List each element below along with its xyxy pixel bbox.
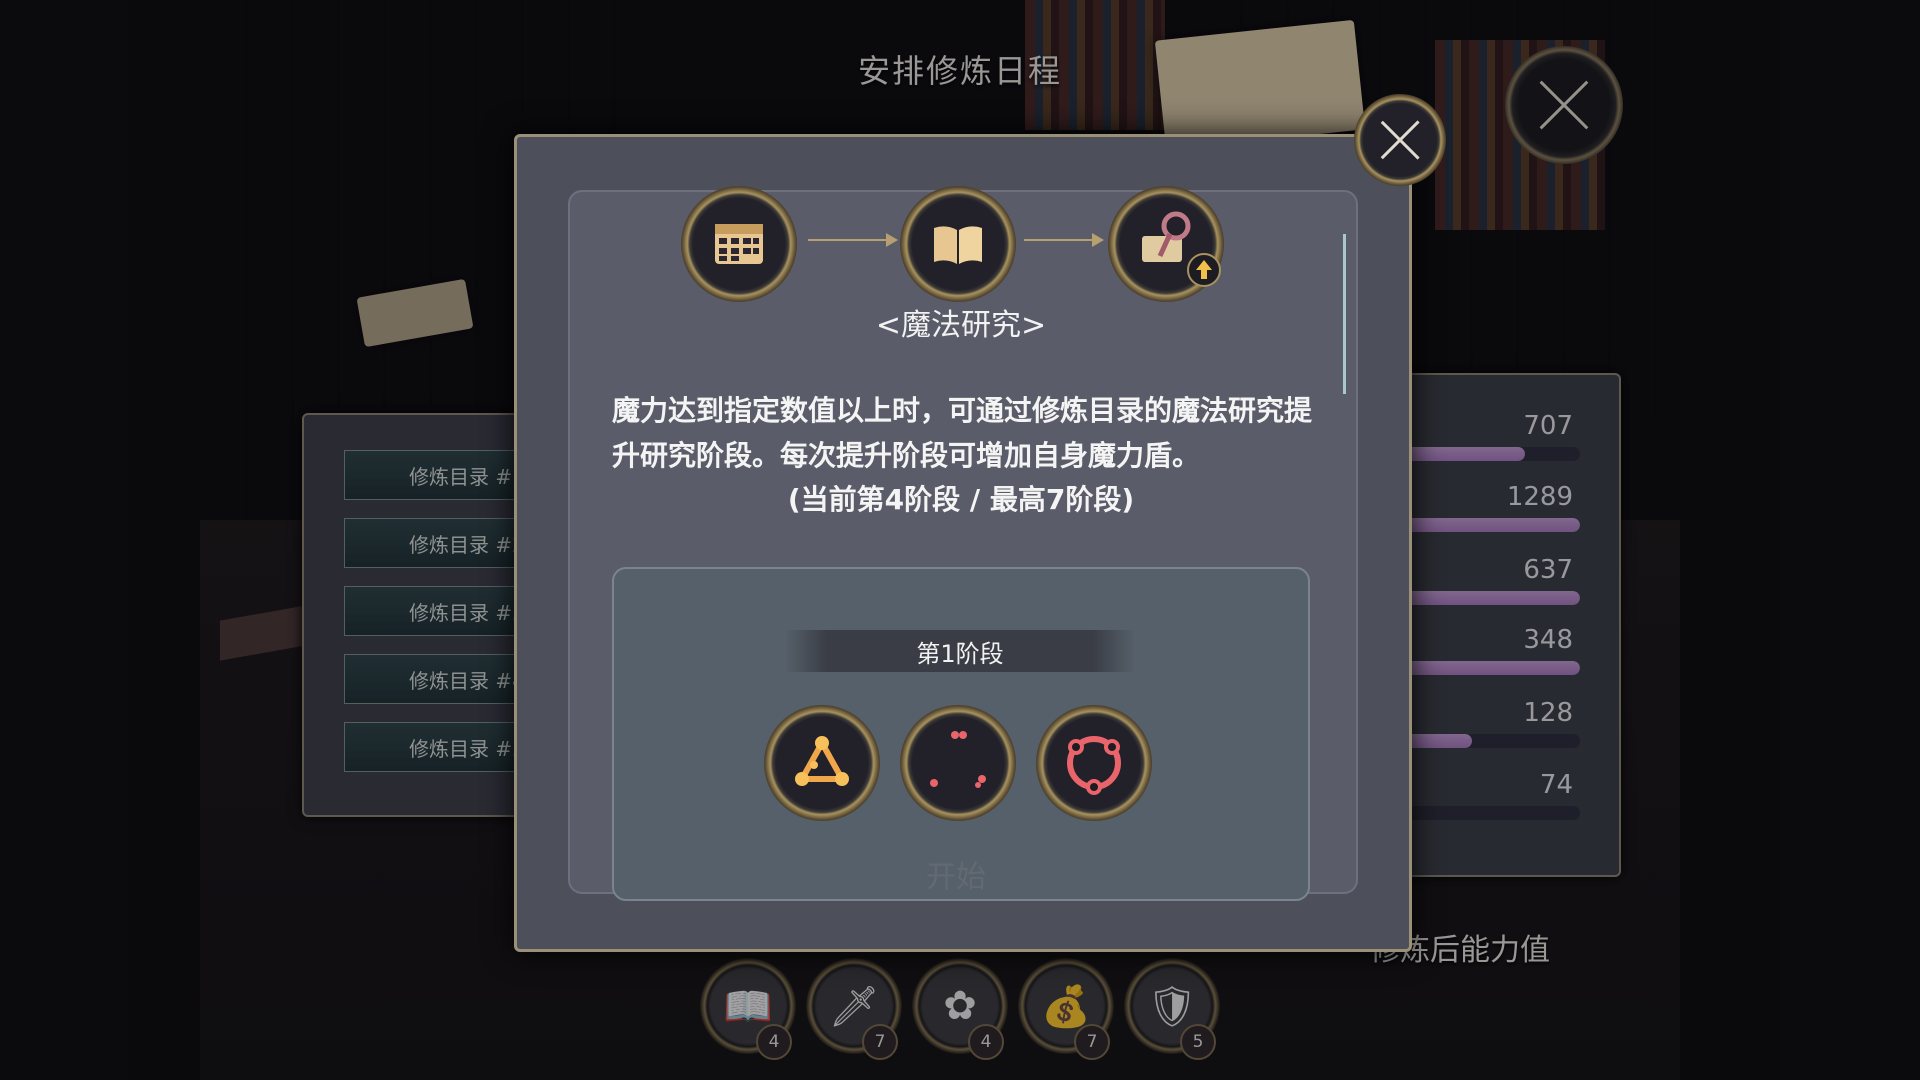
magic-research-icon bbox=[1142, 211, 1221, 287]
current-stage-text: (当前第4阶段 / 最高7阶段) bbox=[787, 483, 1135, 516]
flow-step-schedule bbox=[681, 186, 797, 302]
research-description: 魔力达到指定数值以上时，可通过修炼目录的魔法研究提升研究阶段。每次提升阶段可增加… bbox=[612, 394, 1313, 472]
stage-rune-2 bbox=[900, 705, 1016, 821]
calendar-icon bbox=[715, 224, 763, 264]
stage-banner: 第1阶段 bbox=[785, 630, 1135, 672]
flow-arrow bbox=[808, 239, 888, 241]
flow-arrow-head bbox=[1092, 233, 1104, 247]
flow-step-study bbox=[900, 186, 1016, 302]
start-button-ghost: 开始 bbox=[926, 860, 986, 895]
section-title: <魔法研究> bbox=[875, 308, 1047, 343]
flow-arrow-head bbox=[886, 233, 898, 247]
flow-arrow bbox=[1024, 239, 1094, 241]
stage-label: 第1阶段 bbox=[916, 639, 1004, 668]
triangle-rune-icon bbox=[795, 736, 849, 786]
dialog-close-button[interactable] bbox=[1354, 94, 1446, 186]
flow-step-magic-research bbox=[1108, 186, 1224, 302]
open-book-icon bbox=[934, 226, 982, 264]
circle-rune-icon bbox=[1067, 736, 1121, 795]
stage-rune-3 bbox=[1036, 705, 1152, 821]
three-dots-rune-icon bbox=[930, 731, 986, 788]
stage-rune-1 bbox=[764, 705, 880, 821]
